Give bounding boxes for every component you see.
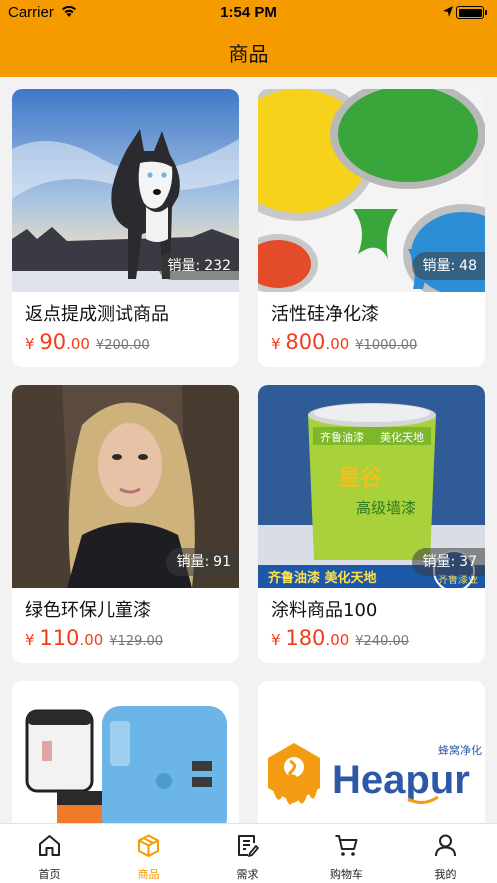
product-image: 销量: 91: [12, 385, 239, 588]
product-price: ¥ 90.00 ¥200.00: [25, 330, 150, 354]
person-icon: [435, 834, 456, 857]
product-name: 活性硅净化漆: [271, 304, 379, 325]
battery-icon: [456, 6, 487, 19]
svg-text:齐鲁油漆 美化天地: 齐鲁油漆 美化天地: [268, 570, 377, 586]
original-price: ¥129.00: [109, 634, 164, 649]
tab-products[interactable]: 商品: [99, 824, 198, 883]
clock: 1:54 PM: [220, 4, 277, 21]
product-image: 销量: 48: [258, 89, 485, 292]
product-card[interactable]: 销量: 48 活性硅净化漆 ¥ 800.00 ¥1000.00: [258, 89, 485, 367]
product-image: 销量: 232: [12, 89, 239, 292]
original-price: ¥240.00: [355, 634, 410, 649]
tab-label: 首页: [38, 868, 61, 881]
product-name: 涂料商品100: [271, 600, 378, 621]
svg-text:星谷: 星谷: [338, 466, 383, 491]
svg-text:高级墙漆: 高级墙漆: [356, 499, 416, 517]
home-icon: [39, 835, 60, 856]
sales-count-badge: 销量: 48: [412, 252, 485, 280]
heapur-logo-image: Heapur 蜂窝净化: [258, 681, 485, 823]
tab-label: 商品: [137, 868, 160, 881]
sales-count-badge: 销量: 37: [412, 548, 485, 576]
box-icon: [138, 834, 159, 857]
sales-count-badge: 销量: 232: [157, 252, 239, 280]
product-price: ¥ 800.00 ¥1000.00: [271, 330, 418, 354]
product-card[interactable]: [12, 681, 239, 823]
location-arrow-icon: [443, 6, 453, 17]
product-grid[interactable]: 销量: 232 返点提成测试商品 ¥ 90.00 ¥200.00 销量: 48 …: [0, 77, 497, 823]
product-price: ¥ 180.00 ¥240.00: [271, 626, 410, 650]
tab-home[interactable]: 首页: [0, 824, 99, 883]
product-image: 齐鲁油漆 美化天地 星谷 高级墙漆 齐鲁油漆 美化天地 齐鲁漆业 销量: 37: [258, 385, 485, 588]
original-price: ¥1000.00: [355, 338, 418, 353]
cart-icon: [335, 835, 358, 856]
tab-label: 需求: [236, 868, 259, 881]
app-header: Carrier 1:54 PM 商品: [0, 0, 497, 77]
document-edit-icon: [238, 835, 259, 857]
product-card[interactable]: 销量: 91 绿色环保儿童漆 ¥ 110.00 ¥129.00: [12, 385, 239, 663]
page-title: 商品: [228, 42, 269, 66]
tab-cart[interactable]: 购物车: [297, 824, 396, 883]
svg-text:美化天地: 美化天地: [380, 430, 424, 444]
product-image: [12, 681, 239, 823]
product-name: 绿色环保儿童漆: [25, 600, 151, 621]
product-image: Heapur 蜂窝净化: [258, 681, 485, 823]
bottom-tab-bar: 首页 商品 需求 购物车 我的: [0, 823, 497, 883]
svg-text:蜂窝净化: 蜂窝净化: [438, 743, 482, 757]
product-card[interactable]: 销量: 232 返点提成测试商品 ¥ 90.00 ¥200.00: [12, 89, 239, 367]
tab-mine[interactable]: 我的: [396, 824, 495, 883]
product-card[interactable]: 齐鲁油漆 美化天地 星谷 高级墙漆 齐鲁油漆 美化天地 齐鲁漆业 销量: 37 涂…: [258, 385, 485, 663]
svg-text:齐鲁油漆: 齐鲁油漆: [320, 430, 364, 444]
product-card[interactable]: Heapur 蜂窝净化: [258, 681, 485, 823]
original-price: ¥200.00: [95, 338, 150, 353]
product-name: 返点提成测试商品: [25, 304, 169, 325]
tab-label: 我的: [434, 868, 457, 881]
tab-label: 购物车: [330, 868, 363, 881]
sales-count-badge: 销量: 91: [166, 548, 239, 576]
product-price: ¥ 110.00 ¥129.00: [25, 626, 164, 650]
tab-demands[interactable]: 需求: [198, 824, 297, 883]
svg-text:Heapur: Heapur: [332, 758, 470, 802]
travel-adapter-image: [12, 681, 239, 823]
status-bar: Carrier 1:54 PM: [0, 0, 497, 26]
